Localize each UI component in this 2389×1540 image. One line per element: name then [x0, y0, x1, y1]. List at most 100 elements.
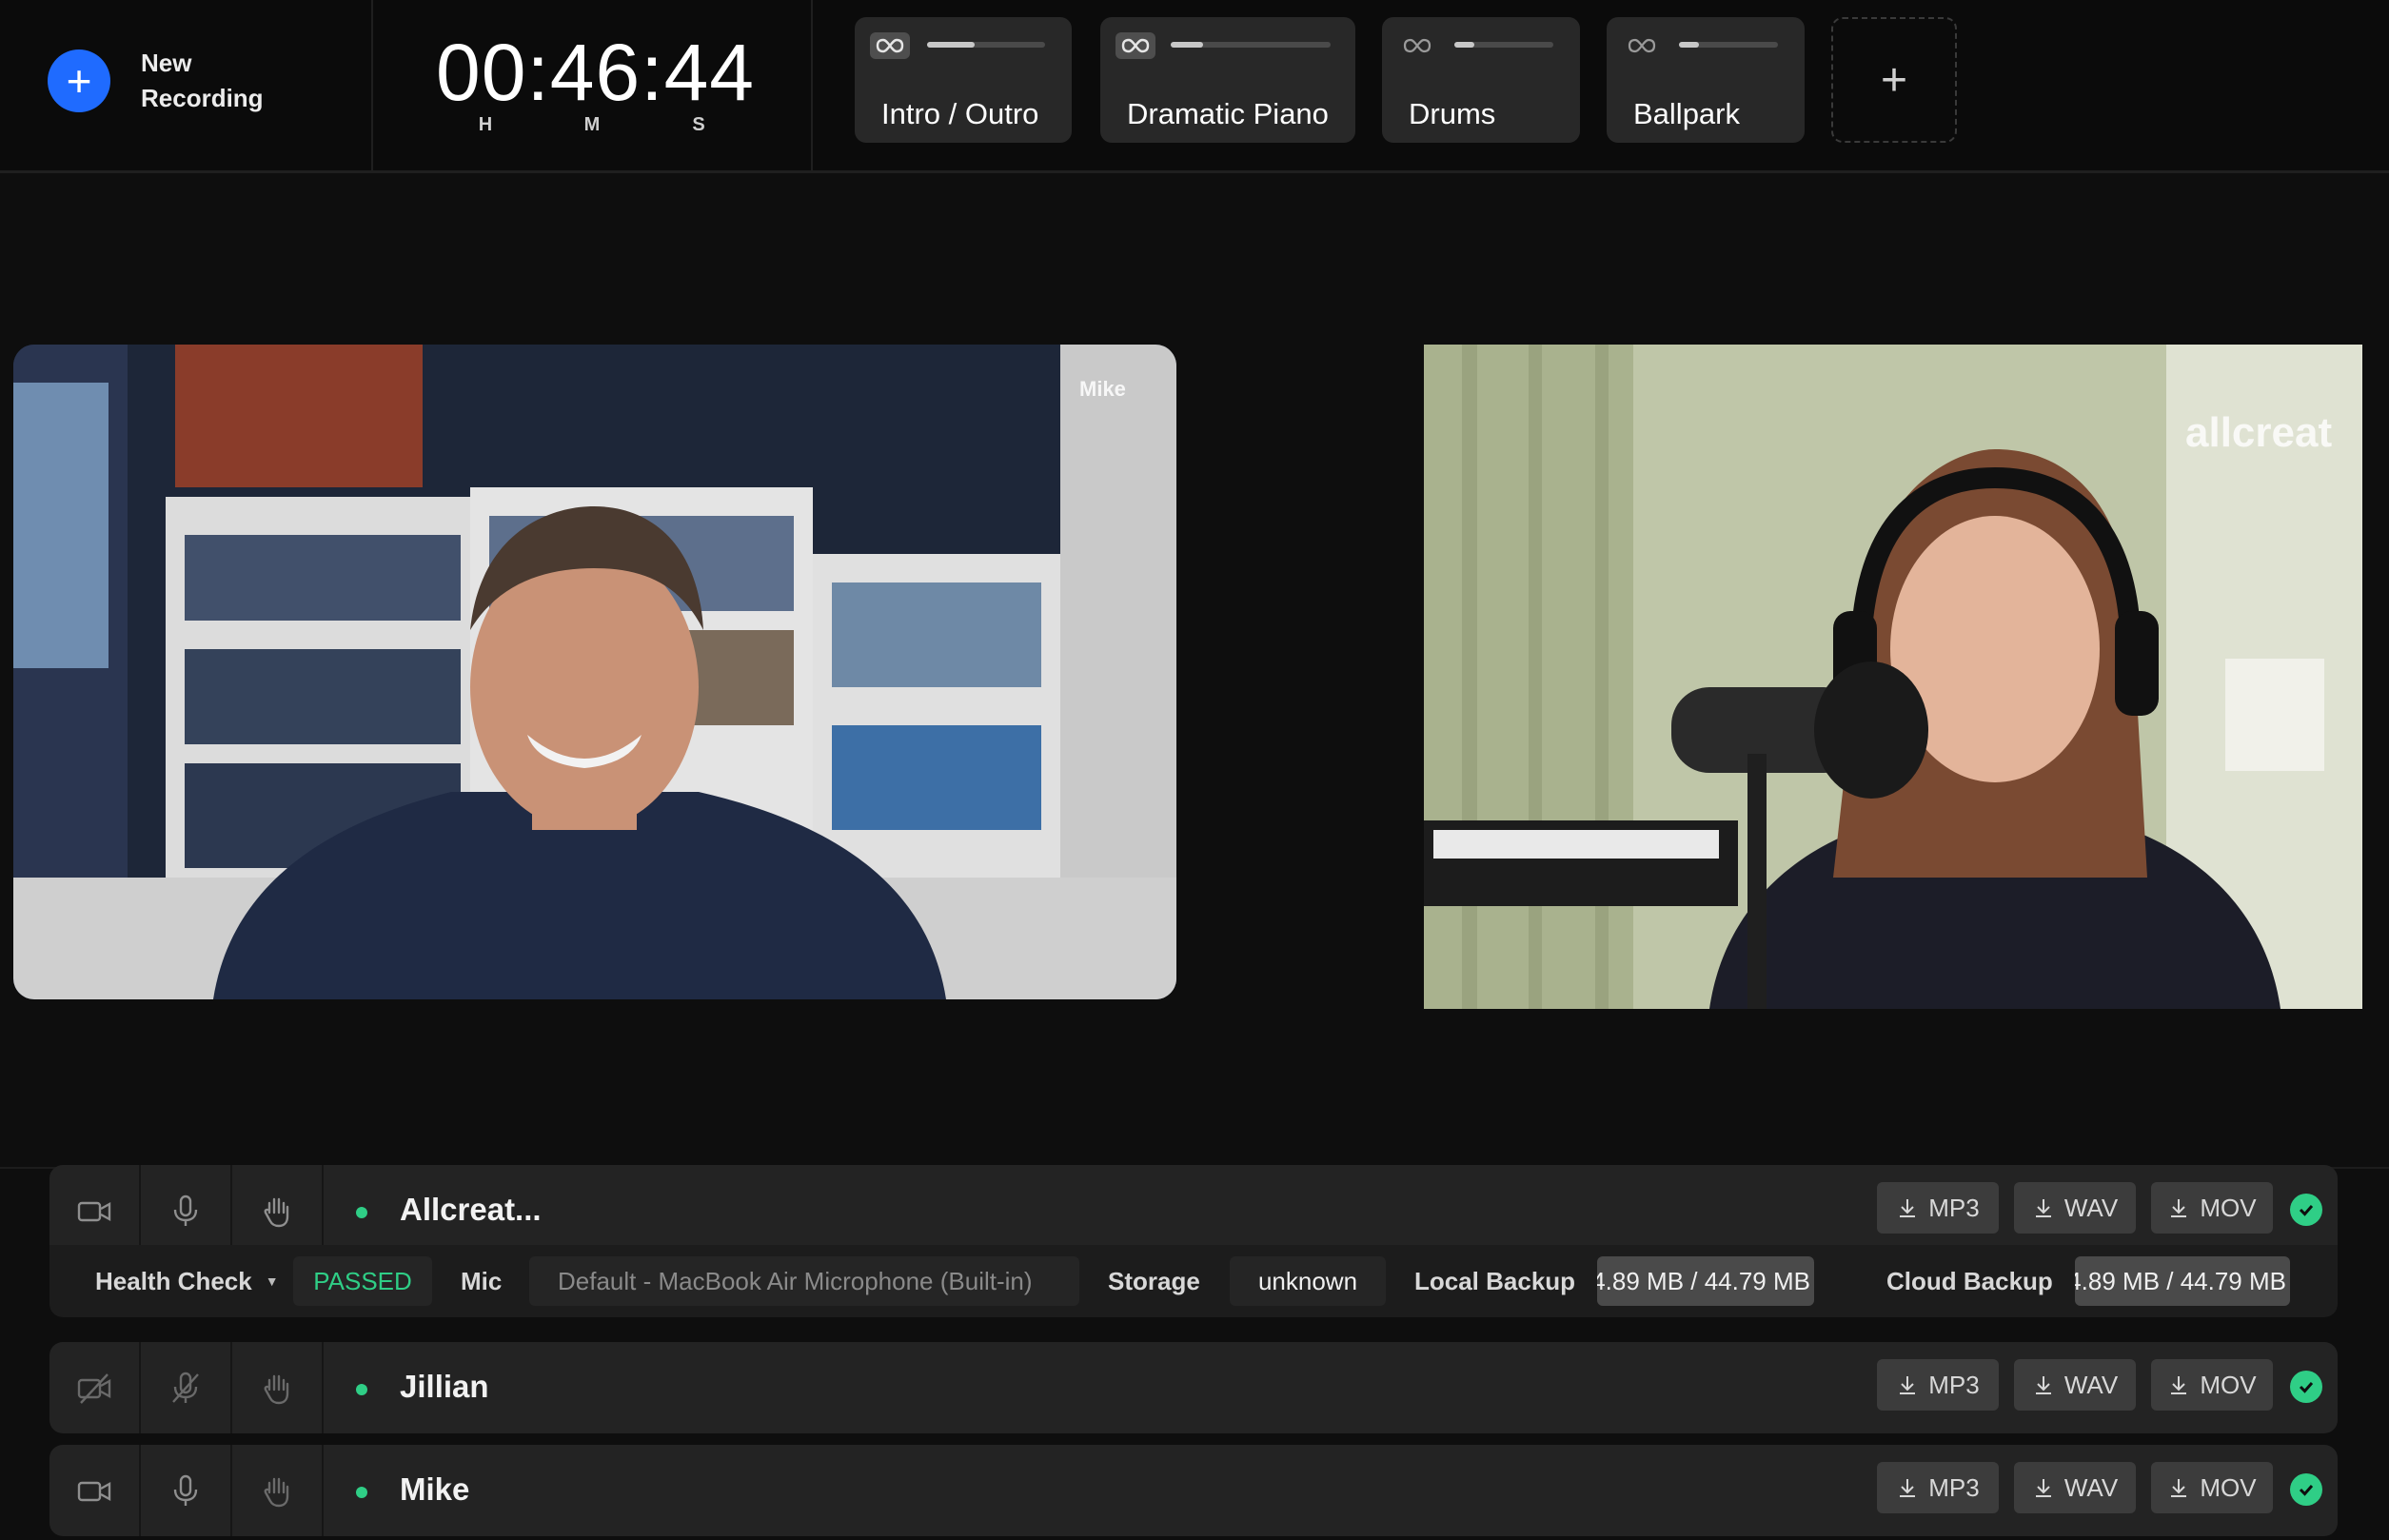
top-bar: + New Recording 00:46:44 H M S Intro / O…: [0, 0, 2389, 173]
raise-hand-toggle[interactable]: [232, 1342, 324, 1433]
download-wav-label: WAV: [2063, 1370, 2119, 1399]
participant-name: Allcreat...: [400, 1192, 542, 1227]
download-icon: [2171, 1199, 2187, 1217]
participant-name: Mike: [400, 1471, 470, 1507]
download-mov-label: MOV: [2200, 1193, 2257, 1222]
sound-name: Intro / Outro: [881, 97, 1039, 130]
sound-name: Dramatic Piano: [1127, 97, 1329, 130]
timer-hours: 00: [436, 28, 527, 117]
timer-units: H M S: [436, 114, 750, 143]
health-check-dropdown[interactable]: Health Check ▼: [95, 1245, 279, 1317]
mic-device-value: Default - MacBook Air Microphone (Built-…: [529, 1256, 1079, 1306]
microphone-icon: [173, 1474, 198, 1506]
download-icon: [2171, 1479, 2187, 1497]
sound-card-drums[interactable]: Drums: [1382, 17, 1580, 143]
raise-hand-toggle[interactable]: [232, 1165, 324, 1256]
camera-toggle[interactable]: [49, 1342, 141, 1433]
download-mov-label: MOV: [2200, 1370, 2257, 1399]
video-tile-mike[interactable]: Mike: [13, 345, 1176, 999]
health-status-badge: PASSED: [293, 1256, 432, 1306]
sound-name: Ballpark: [1633, 97, 1740, 130]
download-icon: [1900, 1376, 1916, 1394]
download-wav-button[interactable]: WAV: [2014, 1462, 2136, 1513]
plus-icon[interactable]: +: [48, 49, 110, 112]
check-icon: [2290, 1473, 2322, 1506]
video-participant-label: Mike: [1079, 377, 1126, 401]
download-icon: [2035, 1376, 2051, 1394]
download-mp3-label: MP3: [1928, 1193, 1980, 1222]
participant-row-allcreat: Allcreat... MP3 WAV MOV: [49, 1165, 2338, 1256]
timer-digits: 00:46:44: [436, 28, 755, 117]
sound-card-ballpark[interactable]: Ballpark: [1607, 17, 1805, 143]
loop-icon: [1116, 32, 1155, 59]
timer-unit-hours: H: [478, 114, 493, 135]
video-tile-allcreat[interactable]: allcreat: [1424, 345, 2362, 1009]
camera-toggle[interactable]: [49, 1445, 141, 1536]
download-wav-button[interactable]: WAV: [2014, 1182, 2136, 1234]
sound-progress: [1171, 42, 1331, 48]
video-participant-label: allcreat: [2185, 409, 2333, 456]
download-icon: [2035, 1199, 2051, 1217]
sound-progress-fill: [1454, 42, 1474, 48]
participant-name: Jillian: [400, 1369, 489, 1404]
video-camera-icon: [77, 1481, 111, 1502]
recording-studio: + New Recording 00:46:44 H M S Intro / O…: [0, 0, 2389, 1540]
download-mov-button[interactable]: MOV: [2151, 1462, 2273, 1513]
new-recording-label[interactable]: New Recording: [141, 46, 312, 116]
local-backup-label: Local Backup: [1414, 1245, 1575, 1317]
status-dot: [356, 1207, 367, 1218]
microphone-off-icon: [172, 1372, 199, 1403]
mic-toggle[interactable]: [141, 1342, 232, 1433]
download-mp3-button[interactable]: MP3: [1877, 1182, 1999, 1234]
hand-icon: [264, 1374, 289, 1405]
local-backup-label-text: Local Backup: [1414, 1266, 1576, 1295]
health-check-label: Health Check: [95, 1266, 252, 1295]
camera-toggle[interactable]: [49, 1165, 141, 1256]
download-mov-button[interactable]: MOV: [2151, 1359, 2273, 1411]
cloud-backup-label: Cloud Backup: [1886, 1245, 2053, 1317]
download-wav-label: WAV: [2063, 1472, 2119, 1502]
sound-card-dramatic-piano[interactable]: Dramatic Piano: [1100, 17, 1355, 143]
microphone-icon: [173, 1194, 198, 1226]
download-icon: [1900, 1199, 1916, 1217]
sound-progress: [1679, 42, 1778, 48]
storage-label-text: Storage: [1108, 1266, 1200, 1295]
recording-timer: 00:46:44 H M S: [436, 27, 755, 143]
raise-hand-toggle[interactable]: [232, 1445, 324, 1536]
cloud-backup-label-text: Cloud Backup: [1886, 1266, 2053, 1295]
status-dot: [356, 1487, 367, 1498]
loop-icon: [1622, 32, 1662, 59]
download-mov-label: MOV: [2200, 1472, 2257, 1502]
mic-toggle[interactable]: [141, 1445, 232, 1536]
video-camera-icon: [77, 1201, 111, 1222]
timer-seconds: 44: [663, 28, 755, 117]
download-mov-button[interactable]: MOV: [2151, 1182, 2273, 1234]
new-recording[interactable]: + New Recording: [48, 46, 312, 116]
timer-minutes: 46: [549, 28, 642, 117]
check-icon: [2290, 1371, 2322, 1403]
participant-row-mike: Mike MP3 WAV MOV: [49, 1445, 2338, 1536]
download-mp3-button[interactable]: MP3: [1877, 1462, 1999, 1513]
sound-card-intro-outro[interactable]: Intro / Outro: [855, 17, 1072, 143]
sound-progress-fill: [1679, 42, 1699, 48]
caret-down-icon: ▼: [265, 1273, 279, 1289]
divider: [371, 0, 373, 171]
health-check-row: Health Check ▼ PASSED Mic Default - MacB…: [49, 1245, 2338, 1317]
hand-icon: [264, 1197, 289, 1228]
loop-icon: [1397, 32, 1437, 59]
download-mp3-label: MP3: [1928, 1370, 1980, 1399]
download-wav-button[interactable]: WAV: [2014, 1359, 2136, 1411]
timer-unit-minutes: M: [583, 114, 601, 135]
sound-name: Drums: [1409, 97, 1496, 130]
add-sound-button[interactable]: +: [1831, 17, 1957, 143]
video-camera-off-icon: [77, 1373, 111, 1404]
health-status: PASSED: [313, 1266, 412, 1295]
sound-progress-fill: [1171, 42, 1203, 48]
download-mp3-button[interactable]: MP3: [1877, 1359, 1999, 1411]
local-backup-value: 44.89 MB / 44.79 MB: [1597, 1256, 1814, 1306]
download-icon: [2035, 1479, 2051, 1497]
video-feed-mike: [13, 345, 1176, 999]
mic-label-text: Mic: [461, 1266, 503, 1295]
loop-icon: [870, 32, 910, 59]
mic-toggle[interactable]: [141, 1165, 232, 1256]
